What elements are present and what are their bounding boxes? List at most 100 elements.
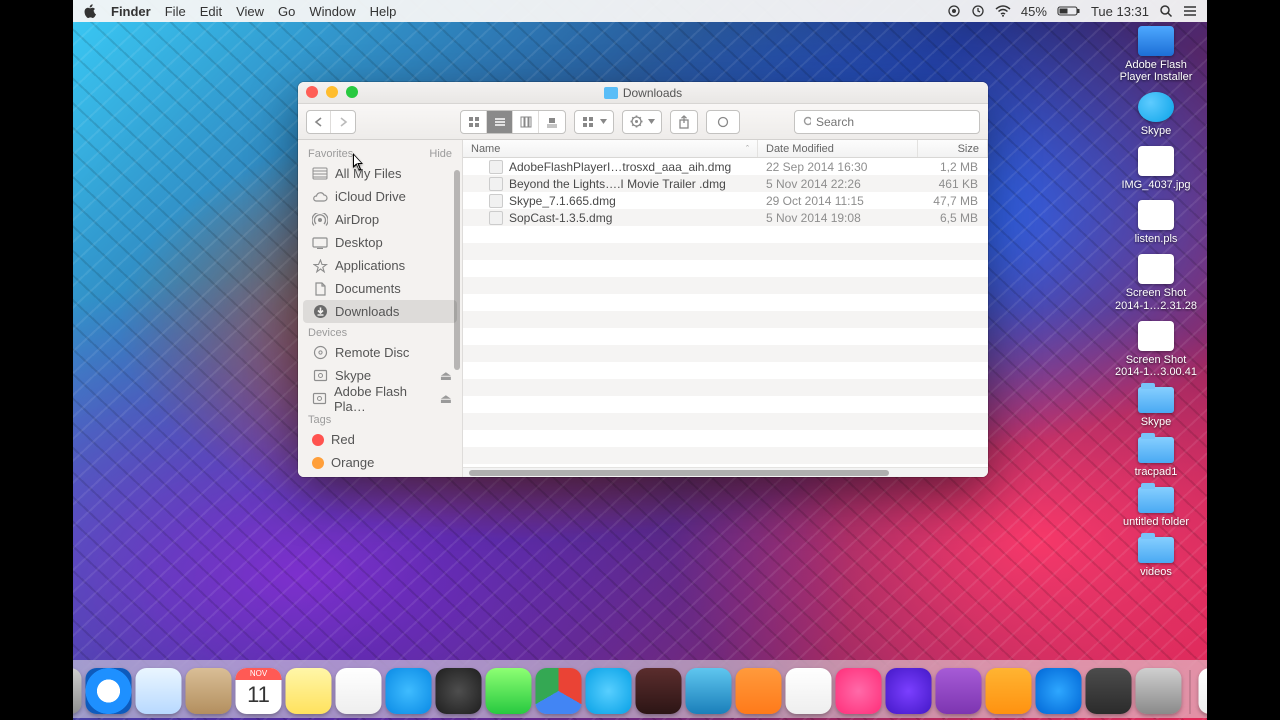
desktop-icon[interactable]: Adobe Flash Player Installer (1111, 26, 1201, 83)
dock-app-pages[interactable] (736, 668, 782, 714)
zoom-button[interactable] (346, 86, 358, 98)
desktop-icon[interactable]: Skype (1111, 387, 1201, 428)
dock-document[interactable] (1199, 668, 1208, 714)
dock-app-contacts[interactable] (186, 668, 232, 714)
action-menu[interactable] (622, 110, 662, 134)
dock-app-onenote[interactable] (936, 668, 982, 714)
back-button[interactable] (307, 111, 331, 133)
desktop-icon-glyph (1138, 537, 1174, 563)
desktop-icon[interactable]: untitled folder (1111, 487, 1201, 528)
file-row[interactable]: Skype_7.1.665.dmg29 Oct 2014 11:1547,7 M… (463, 192, 988, 209)
sidebar-item[interactable]: All My Files (298, 162, 462, 185)
sidebar-item[interactable]: Remote Disc (298, 341, 462, 364)
app-name[interactable]: Finder (111, 4, 151, 19)
sidebar-item[interactable]: Downloads (303, 300, 457, 323)
icon-view-button[interactable] (461, 111, 487, 133)
sidebar-item-label: iCloud Drive (335, 189, 406, 204)
sidebar-item[interactable]: Applications (298, 254, 462, 277)
menu-window[interactable]: Window (309, 4, 355, 19)
menu-edit[interactable]: Edit (200, 4, 222, 19)
file-row[interactable]: SopCast-1.3.5.dmg5 Nov 2014 19:086,5 MB (463, 209, 988, 226)
horizontal-scrollbar[interactable] (463, 467, 988, 477)
dock-app-other[interactable] (1086, 668, 1132, 714)
desktop-icon-glyph (1138, 92, 1174, 122)
screen-record-icon[interactable] (947, 4, 961, 18)
sidebar-item[interactable]: Adobe Flash Pla…⏏ (298, 387, 462, 410)
desktop-icon[interactable]: Skype (1111, 92, 1201, 137)
eject-icon[interactable]: ⏏ (440, 391, 452, 407)
notification-center-icon[interactable] (1183, 5, 1197, 17)
menu-help[interactable]: Help (370, 4, 397, 19)
eject-icon[interactable]: ⏏ (440, 368, 452, 384)
dock-app-system-preferences[interactable] (1136, 668, 1182, 714)
minimize-button[interactable] (326, 86, 338, 98)
dock-app-notes[interactable] (286, 668, 332, 714)
dock-app-messages-blue[interactable] (386, 668, 432, 714)
clock[interactable]: Tue 13:31 (1091, 4, 1149, 19)
apple-menu[interactable] (83, 4, 97, 18)
list-view-button[interactable] (487, 111, 513, 133)
coverflow-view-button[interactable] (539, 111, 565, 133)
dock-app-imovie[interactable] (886, 668, 932, 714)
menu-go[interactable]: Go (278, 4, 295, 19)
sidebar-scrollbar[interactable] (454, 170, 460, 370)
forward-button[interactable] (331, 111, 355, 133)
dock-app-reminders[interactable] (336, 668, 382, 714)
file-row[interactable]: Beyond the Lights….I Movie Trailer .dmg5… (463, 175, 988, 192)
close-button[interactable] (306, 86, 318, 98)
wifi-icon[interactable] (995, 5, 1011, 17)
menu-file[interactable]: File (165, 4, 186, 19)
window-titlebar[interactable]: Downloads (298, 82, 988, 104)
file-size: 47,7 MB (918, 194, 988, 208)
sidebar-item[interactable]: Desktop (298, 231, 462, 254)
dock-app-vlc[interactable] (786, 668, 832, 714)
downloads-icon (312, 305, 328, 319)
desktop-icon[interactable]: videos (1111, 537, 1201, 578)
sidebar-item[interactable]: Red (298, 428, 462, 451)
file-list[interactable]: AdobeFlashPlayerI…trosxd_aaa_aih.dmg22 S… (463, 158, 988, 467)
dock-app-launchpad[interactable] (73, 668, 82, 714)
search-field[interactable] (794, 110, 980, 134)
desktop-icon[interactable]: listen.pls (1111, 200, 1201, 245)
spotlight-icon[interactable] (1159, 4, 1173, 18)
file-date: 5 Nov 2014 19:08 (758, 211, 918, 225)
folder-proxy-icon[interactable] (604, 87, 618, 99)
column-view-button[interactable] (513, 111, 539, 133)
sidebar-item-label: Documents (335, 281, 401, 296)
dock-app-itunes[interactable] (836, 668, 882, 714)
time-machine-icon[interactable] (971, 4, 985, 18)
col-date[interactable]: Date Modified (758, 140, 918, 157)
share-button[interactable] (670, 110, 698, 134)
desktop-icon[interactable]: IMG_4037.jpg (1111, 146, 1201, 191)
dock-app-preview[interactable] (686, 668, 732, 714)
arrange-menu[interactable] (574, 110, 614, 134)
sidebar-item[interactable]: Documents (298, 277, 462, 300)
sidebar-item[interactable]: Orange (298, 451, 462, 474)
dock-app-mail[interactable] (136, 668, 182, 714)
dock-app-messages[interactable] (486, 668, 532, 714)
dock-app-chrome[interactable] (536, 668, 582, 714)
hide-favorites[interactable]: Hide (429, 148, 452, 160)
desktop-icon[interactable]: Screen Shot 2014-1…3.00.41 (1111, 321, 1201, 378)
edit-tags-button[interactable] (706, 110, 740, 134)
search-input[interactable] (816, 115, 971, 129)
col-name[interactable]: Nameˆ (463, 140, 758, 157)
desktop-icon[interactable]: Screen Shot 2014-1…2.31.28 (1111, 254, 1201, 311)
file-row[interactable]: AdobeFlashPlayerI…trosxd_aaa_aih.dmg22 S… (463, 158, 988, 175)
sidebar-item[interactable]: AirDrop (298, 208, 462, 231)
dock-app-quicktime[interactable] (436, 668, 482, 714)
desktop-icon-label: listen.pls (1135, 233, 1178, 245)
menu-view[interactable]: View (236, 4, 264, 19)
dock-app-safari[interactable] (86, 668, 132, 714)
file-name: Skype_7.1.665.dmg (509, 194, 616, 208)
dock-app-calendar[interactable]: NOV11 (236, 668, 282, 714)
dock-app-app-store[interactable] (1036, 668, 1082, 714)
dock-app-photos[interactable] (636, 668, 682, 714)
dock-app-ibooks[interactable] (986, 668, 1032, 714)
sidebar-item[interactable]: iCloud Drive (298, 185, 462, 208)
desktop-icon[interactable]: tracpad1 (1111, 437, 1201, 478)
dock-app-skype-dock[interactable] (586, 668, 632, 714)
battery-icon[interactable] (1057, 5, 1081, 17)
col-size[interactable]: Size (918, 140, 988, 157)
desktop-icon-glyph (1138, 26, 1174, 56)
